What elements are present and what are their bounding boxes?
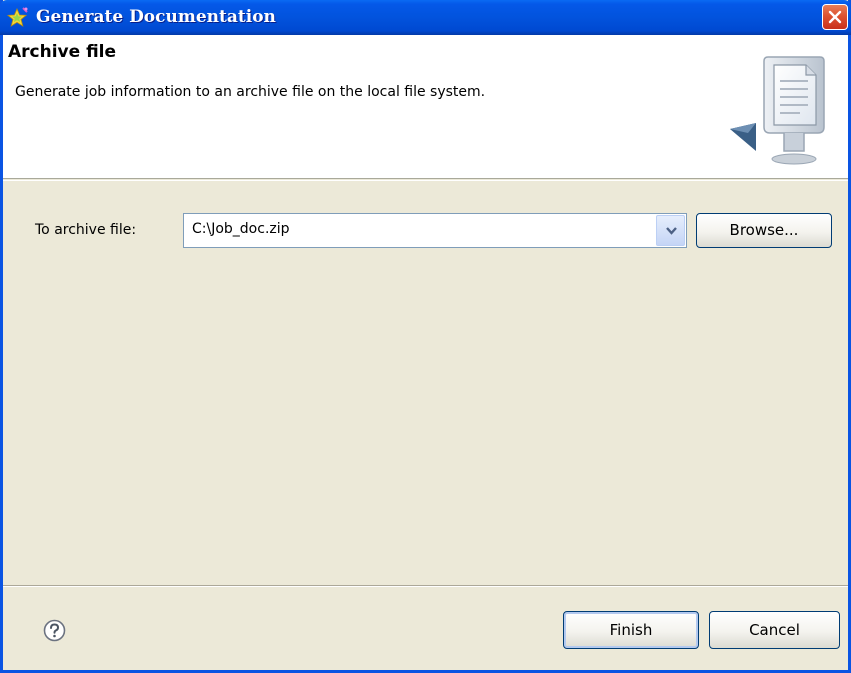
archive-file-dropdown-button[interactable] (656, 215, 685, 246)
page-description: Generate job information to an archive f… (15, 84, 486, 100)
chevron-down-icon (666, 227, 677, 235)
title-bar[interactable]: Generate Documentation (0, 0, 851, 35)
cancel-button[interactable]: Cancel (709, 611, 840, 649)
browse-button[interactable]: Browse... (696, 213, 832, 248)
finish-button[interactable]: Finish (563, 611, 699, 649)
close-button[interactable] (822, 4, 848, 30)
export-document-icon (730, 56, 825, 165)
archive-file-label: To archive file: (35, 222, 137, 238)
wizard-banner (3, 35, 848, 179)
close-icon (828, 10, 842, 24)
page-title: Archive file (8, 42, 117, 62)
generate-documentation-dialog: Generate Documentation Archive file Gene… (0, 0, 851, 673)
footer-divider-highlight (3, 586, 848, 587)
archive-file-value[interactable]: C:\Job_doc.zip (192, 221, 290, 237)
wizard-star-icon (7, 7, 28, 27)
archive-file-combobox[interactable]: C:\Job_doc.zip (183, 213, 687, 248)
window-title: Generate Documentation (36, 7, 276, 27)
banner-divider (3, 180, 848, 181)
help-icon[interactable] (43, 619, 66, 642)
